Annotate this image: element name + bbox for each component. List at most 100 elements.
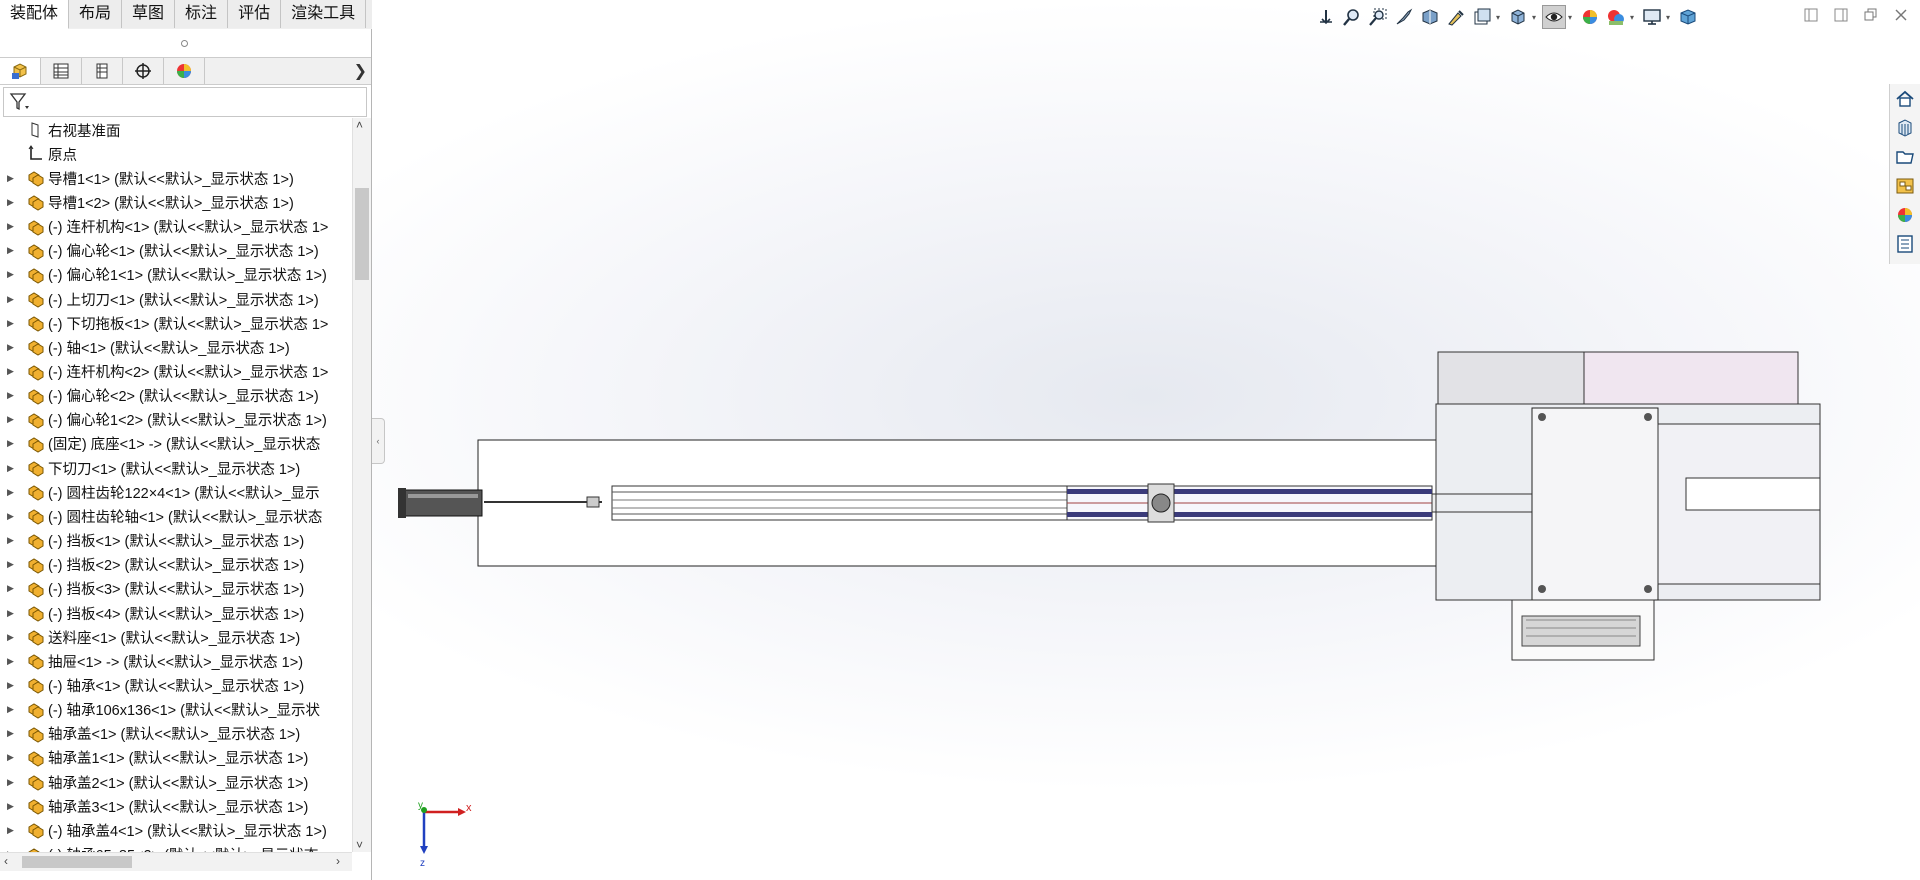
expand-arrow-icon[interactable]: ▶ xyxy=(7,559,19,570)
tree-item-label: (-) 轴承106x136<1> (默认<<默认>_显示状 xyxy=(48,703,320,720)
expand-arrow-icon[interactable]: ▶ xyxy=(7,294,19,305)
tree-item[interactable]: ▶ (-) 偏心轮<2> (默认<<默认>_显示状态 1>) xyxy=(0,384,352,408)
expand-arrow-icon[interactable]: ▶ xyxy=(7,656,19,667)
expand-arrow-icon[interactable]: ▶ xyxy=(7,801,19,812)
expand-arrow-icon[interactable]: ▶ xyxy=(7,825,19,836)
tree-item[interactable]: ▶ 送料座<1> (默认<<默认>_显示状态 1>) xyxy=(0,625,352,649)
manager-tabs: ❯ xyxy=(0,57,371,85)
expand-arrow-icon[interactable]: ▶ xyxy=(7,535,19,546)
tree-item[interactable]: ▶ (固定) 底座<1> -> (默认<<默认>_显示状态 xyxy=(0,432,352,456)
tab-5[interactable]: 渲染工具 xyxy=(281,0,367,28)
tree-item[interactable]: ▶ (-) 上切刀<1> (默认<<默认>_显示状态 1>) xyxy=(0,287,352,311)
tree-item[interactable]: ▶ (-) 挡板<3> (默认<<默认>_显示状态 1>) xyxy=(0,577,352,601)
tree-vertical-scrollbar[interactable]: ˄ ˅ xyxy=(352,118,371,852)
graphics-area[interactable]: ‹ ▾ ▾ ▾ ▾ ▾ x y z xyxy=(372,0,1920,880)
featuremanager-tab[interactable] xyxy=(0,58,41,84)
tree-item-label: (-) 轴<1> (默认<<默认>_显示状态 1>) xyxy=(48,340,290,357)
tree-item-label: (-) 圆柱齿轮轴<1> (默认<<默认>_显示状态 xyxy=(48,509,323,526)
expand-arrow-icon[interactable]: ▶ xyxy=(7,197,19,208)
expand-arrow-icon[interactable]: ▶ xyxy=(7,221,19,232)
tree-item[interactable]: ▶ 轴承盖1<1> (默认<<默认>_显示状态 1>) xyxy=(0,746,352,770)
tree-item-label: 送料座<1> (默认<<默认>_显示状态 1>) xyxy=(48,630,301,647)
tree-item-label: (固定) 底座<1> -> (默认<<默认>_显示状态 xyxy=(48,437,321,454)
appearance-tab[interactable] xyxy=(164,58,205,84)
expand-arrow-icon[interactable]: ▶ xyxy=(7,511,19,522)
tree-item[interactable]: 原点 xyxy=(0,142,352,166)
tab-0[interactable]: 装配体 xyxy=(0,0,70,29)
tree-horizontal-scrollbar[interactable]: ‹ › xyxy=(0,852,352,871)
expand-arrow-icon[interactable]: ▶ xyxy=(7,342,19,353)
tree-item[interactable]: ▶ (-) 偏心轮1<2> (默认<<默认>_显示状态 1>) xyxy=(0,408,352,432)
tree-item[interactable]: ▶ (-) 轴承106x136<1> (默认<<默认>_显示状 xyxy=(0,698,352,722)
tree-item[interactable]: ▶ (-) 圆柱齿轮122×4<1> (默认<<默认>_显示 xyxy=(0,480,352,504)
tree-item[interactable]: ▶ (-) 偏心轮1<1> (默认<<默认>_显示状态 1>) xyxy=(0,263,352,287)
scroll-down-icon[interactable]: ˅ xyxy=(356,838,363,852)
tree-item[interactable]: ▶ (-) 圆柱齿轮轴<1> (默认<<默认>_显示状态 xyxy=(0,504,352,528)
expand-arrow-icon[interactable]: ▶ xyxy=(7,438,19,449)
tree-item[interactable]: ▶ (-) 连杆机构<2> (默认<<默认>_显示状态 1> xyxy=(0,360,352,384)
tree-item[interactable]: ▶(-) 轴承65x85<2> (默认<<默认>_显示状态 xyxy=(0,843,352,852)
expand-arrow-icon[interactable]: ▶ xyxy=(7,366,19,377)
scrollbar-thumb[interactable] xyxy=(22,856,132,868)
scroll-up-icon[interactable]: ˄ xyxy=(356,118,363,132)
tree-item-label: (-) 偏心轮<2> (默认<<默认>_显示状态 1>) xyxy=(48,389,319,406)
tab-1[interactable]: 布局 xyxy=(69,0,123,28)
expand-arrow-icon[interactable]: ▶ xyxy=(7,680,19,691)
tree-item[interactable]: ▶ 导槽1<1> (默认<<默认>_显示状态 1>) xyxy=(0,166,352,190)
expand-arrow-icon[interactable]: ▶ xyxy=(7,632,19,643)
appearance-icon xyxy=(177,64,191,78)
tree-item-label: 原点 xyxy=(48,147,77,164)
expand-arrow-icon[interactable]: ▶ xyxy=(7,608,19,619)
tree-item-label: 轴承盖1<1> (默认<<默认>_显示状态 1>) xyxy=(48,751,309,768)
scrollbar-thumb[interactable] xyxy=(355,188,369,280)
tree-item[interactable]: ▶ (-) 下切拖板<1> (默认<<默认>_显示状态 1> xyxy=(0,311,352,335)
propertymanager-tab[interactable] xyxy=(41,58,82,84)
expand-arrow-icon[interactable]: ▶ xyxy=(7,728,19,739)
tree-item[interactable]: ▶ (-) 偏心轮<1> (默认<<默认>_显示状态 1>) xyxy=(0,239,352,263)
tree-item[interactable]: ▶ (-) 轴承<1> (默认<<默认>_显示状态 1>) xyxy=(0,673,352,697)
expand-arrow-icon[interactable]: ▶ xyxy=(7,390,19,401)
tab-2[interactable]: 草图 xyxy=(122,0,176,28)
expand-arrow-icon[interactable]: ▶ xyxy=(7,269,19,280)
expand-arrow-icon[interactable]: ▶ xyxy=(7,487,19,498)
configurationmanager-tab[interactable] xyxy=(82,58,123,84)
part-icon xyxy=(28,485,44,501)
part-icon xyxy=(28,823,44,839)
tree-item[interactable]: ▶ 轴承盖2<1> (默认<<默认>_显示状态 1>) xyxy=(0,770,352,794)
expand-arrow-icon[interactable]: ▶ xyxy=(7,245,19,256)
tree-item[interactable]: ▶ 下切刀<1> (默认<<默认>_显示状态 1>) xyxy=(0,456,352,480)
tree-item-label: 右视基准面 xyxy=(48,123,121,140)
tree-filter[interactable] xyxy=(3,87,367,117)
tab-4[interactable]: 评估 xyxy=(228,0,282,28)
expand-arrow-icon[interactable]: ▶ xyxy=(7,752,19,763)
tree-item[interactable]: ▶ (-) 轴<1> (默认<<默认>_显示状态 1>) xyxy=(0,335,352,359)
tree-item-label: (-) 上切刀<1> (默认<<默认>_显示状态 1>) xyxy=(48,292,319,309)
scroll-left-icon[interactable]: ‹ xyxy=(4,854,8,868)
chevron-right-icon[interactable]: ❯ xyxy=(354,61,367,81)
tree-item[interactable]: 右视基准面 xyxy=(0,118,352,142)
tab-3[interactable]: 标注 xyxy=(175,0,229,28)
part-icon xyxy=(28,582,44,598)
tree-item[interactable]: ▶ 轴承盖3<1> (默认<<默认>_显示状态 1>) xyxy=(0,794,352,818)
expand-arrow-icon[interactable]: ▶ xyxy=(7,414,19,425)
tree-item[interactable]: ▶ (-) 挡板<1> (默认<<默认>_显示状态 1>) xyxy=(0,529,352,553)
dimxpert-tab[interactable] xyxy=(123,58,164,84)
tree-item[interactable]: ▶ (-) 挡板<2> (默认<<默认>_显示状态 1>) xyxy=(0,553,352,577)
tree-item-label: 抽屉<1> -> (默认<<默认>_显示状态 1>) xyxy=(48,654,304,671)
expand-arrow-icon[interactable]: ▶ xyxy=(7,583,19,594)
tree-item[interactable]: ▶ 导槽1<2> (默认<<默认>_显示状态 1>) xyxy=(0,190,352,214)
tree-item[interactable]: ▶ (-) 连杆机构<1> (默认<<默认>_显示状态 1> xyxy=(0,215,352,239)
assembly-model[interactable]: x y z xyxy=(372,0,1920,880)
tree-item[interactable]: ▶ 抽屉<1> -> (默认<<默认>_显示状态 1>) xyxy=(0,649,352,673)
expand-arrow-icon[interactable]: ▶ xyxy=(7,463,19,474)
expand-arrow-icon[interactable]: ▶ xyxy=(7,173,19,184)
scroll-right-icon[interactable]: › xyxy=(336,854,340,868)
expand-arrow-icon[interactable]: ▶ xyxy=(7,777,19,788)
drawer-assembly xyxy=(1511,599,1655,661)
expand-arrow-icon[interactable]: ▶ xyxy=(7,704,19,715)
tree-item[interactable]: ▶ (-) 挡板<4> (默认<<默认>_显示状态 1>) xyxy=(0,601,352,625)
expand-arrow-icon[interactable]: ▶ xyxy=(7,318,19,329)
tree-item[interactable]: ▶ (-) 轴承盖4<1> (默认<<默认>_显示状态 1>) xyxy=(0,818,352,842)
pane-grip[interactable] xyxy=(0,29,371,57)
tree-item[interactable]: ▶ 轴承盖<1> (默认<<默认>_显示状态 1>) xyxy=(0,722,352,746)
